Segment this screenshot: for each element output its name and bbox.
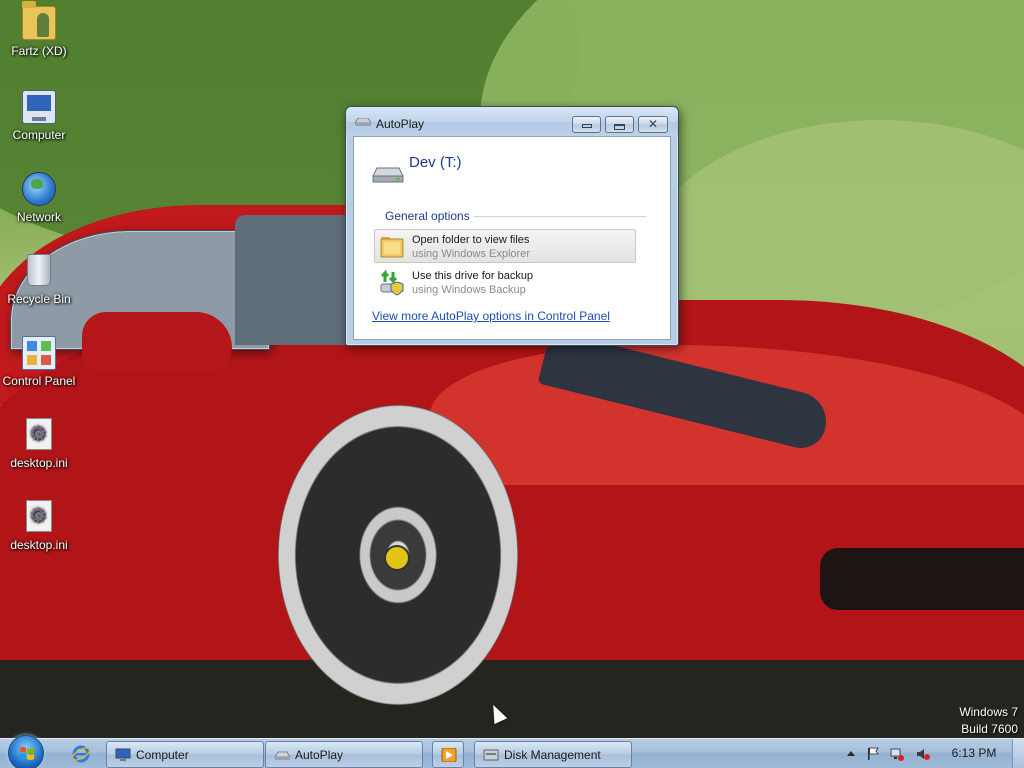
section-heading-general-options: General options [385, 209, 470, 223]
taskbar-button-computer[interactable]: Computer [106, 741, 264, 768]
desktop-icon-label: Network [16, 210, 61, 224]
settings-file-icon [22, 418, 56, 452]
desktop-icon-label: Computer [12, 128, 66, 142]
autoplay-content: Dev (T:) General options Open folder to … [353, 136, 671, 340]
desktop-icon-desktop-ini[interactable]: desktop.ini [0, 418, 78, 470]
start-button[interactable] [8, 735, 44, 768]
option-use-drive-for-backup[interactable]: Use this drive for backup using Windows … [374, 265, 636, 299]
car-mirror [82, 312, 232, 372]
taskbar-button-label: Disk Management [504, 748, 601, 762]
drive-name: Dev (T:) [409, 154, 462, 171]
car-air-intake [820, 548, 1024, 610]
desktop-icon-network[interactable]: Network [0, 172, 78, 224]
media-player-icon [441, 748, 457, 762]
disk-management-icon [483, 749, 499, 761]
option-title: Use this drive for backup [412, 270, 534, 282]
maximize-icon [614, 124, 625, 130]
windows-build-watermark: Windows 7 Build 7600 [959, 704, 1018, 738]
control-panel-icon [22, 336, 56, 370]
drive-icon [372, 167, 404, 183]
watermark-line-build: Build 7600 [961, 722, 1018, 736]
computer-icon [115, 748, 131, 761]
taskbar-button-autoplay[interactable]: AutoPlay [265, 741, 423, 768]
volume-muted-icon[interactable] [916, 747, 930, 761]
taskbar-button-label: Computer [136, 748, 189, 762]
desktop-icon-desktop-ini[interactable]: desktop.ini [0, 500, 78, 552]
desktop-icon-label: Recycle Bin [7, 292, 71, 306]
network-disconnected-icon[interactable] [890, 747, 904, 761]
more-autoplay-options-link[interactable]: View more AutoPlay options in Control Pa… [372, 309, 610, 323]
maximize-button[interactable] [605, 116, 634, 133]
network-globe-icon [22, 172, 56, 206]
action-center-flag-icon[interactable] [866, 747, 880, 761]
taskbar-button-label: AutoPlay [295, 748, 344, 762]
computer-icon [22, 90, 56, 124]
taskbar-button-disk-management[interactable]: Disk Management [474, 741, 632, 768]
desktop-icon-label: Fartz (XD) [11, 44, 67, 58]
window-title: AutoPlay [376, 117, 425, 131]
autoplay-window: AutoPlay ✕ Dev (T:) General options Open… [345, 106, 679, 346]
option-title: Open folder to view files [412, 234, 530, 246]
user-folder-icon [22, 1, 56, 40]
autoplay-icon [274, 751, 290, 760]
drive-small-icon [355, 118, 371, 126]
taskbar-clock[interactable]: 6:13 PM [944, 746, 1004, 760]
close-icon: ✕ [648, 117, 659, 131]
minimize-button[interactable] [572, 116, 601, 133]
watermark-line-os: Windows 7 [959, 705, 1018, 719]
desktop-icon-computer[interactable]: Computer [0, 90, 78, 142]
car-wheel-badge [384, 545, 410, 571]
desktop-icon-label: desktop.ini [10, 538, 68, 552]
close-button[interactable]: ✕ [638, 116, 668, 133]
option-open-folder[interactable]: Open folder to view files using Windows … [374, 229, 636, 263]
minimize-icon [582, 124, 592, 128]
windows-logo-icon [20, 747, 34, 760]
desktop-icon-control-panel[interactable]: Control Panel [0, 336, 78, 388]
backup-icon [380, 269, 404, 296]
section-divider [474, 216, 646, 217]
autoplay-titlebar[interactable]: AutoPlay ✕ [346, 107, 678, 137]
desktop-icon-label: Control Panel [2, 374, 76, 388]
settings-file-icon [22, 500, 56, 534]
taskbar-button-media-player[interactable] [432, 741, 464, 768]
notification-area [838, 739, 944, 768]
show-desktop-button[interactable] [1012, 739, 1024, 768]
desktop-icon-user-folder[interactable]: Fartz (XD) [0, 1, 78, 58]
internet-explorer-icon[interactable] [72, 745, 90, 763]
taskbar: Computer AutoPlay Disk Management 6:13 P… [0, 735, 1024, 768]
recycle-bin-icon [22, 254, 56, 288]
folder-icon [380, 237, 404, 258]
option-subtitle: using Windows Explorer [412, 248, 530, 260]
show-hidden-icons-chevron-up-icon[interactable] [844, 747, 858, 761]
desktop-icon-label: desktop.ini [10, 456, 68, 470]
desktop-icon-recycle-bin[interactable]: Recycle Bin [0, 254, 78, 306]
option-subtitle: using Windows Backup [412, 284, 526, 296]
